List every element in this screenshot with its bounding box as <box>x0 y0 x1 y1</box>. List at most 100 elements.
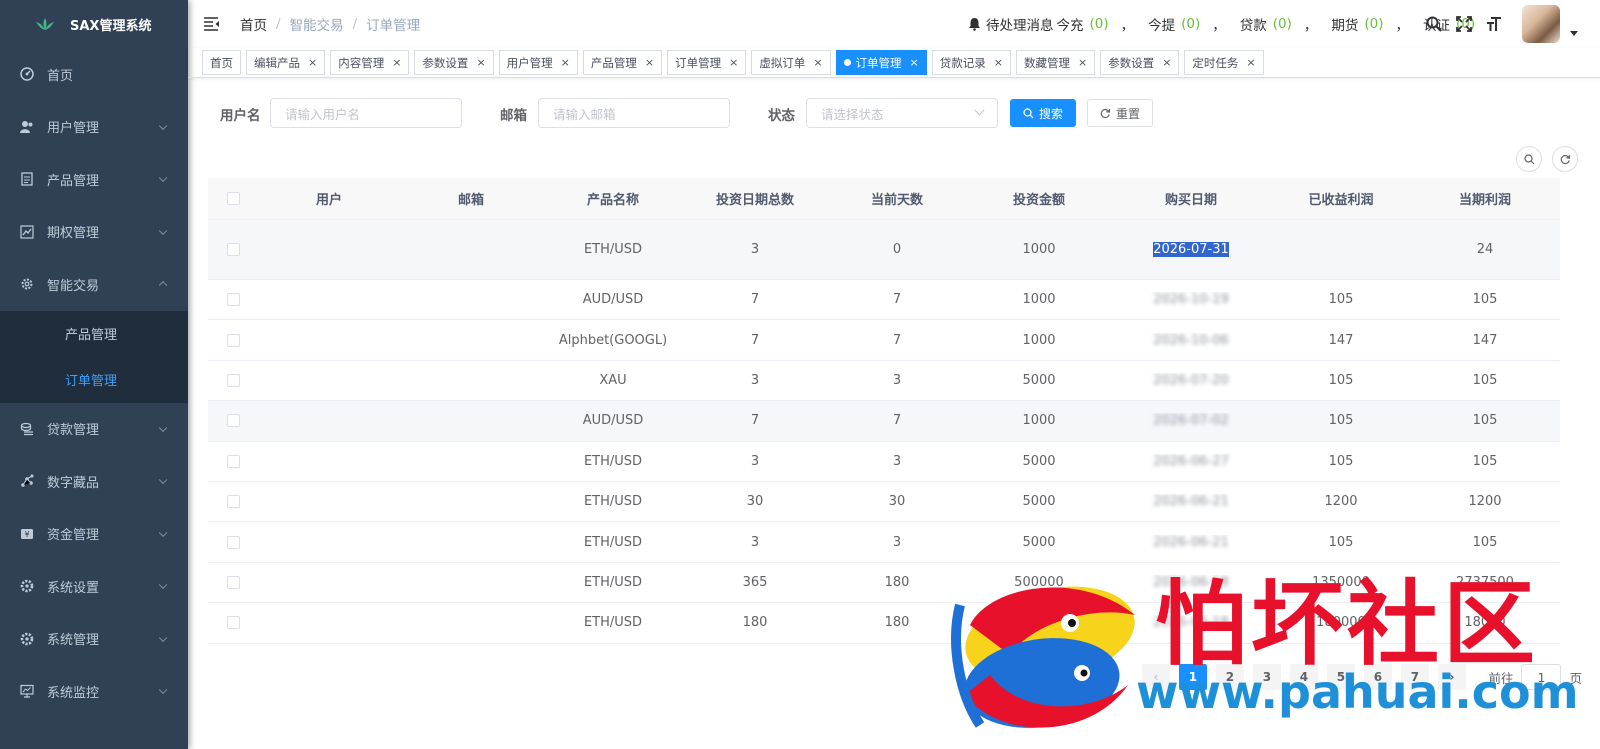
sidebar-item-users[interactable]: 用户管理 <box>0 101 188 154</box>
breadcrumb-home[interactable]: 首页 <box>240 14 267 34</box>
cell-earned-profit: 180000 <box>1272 615 1410 630</box>
chevron-down-icon <box>158 475 168 485</box>
tag-virtual-orders[interactable]: 虚拟订单 × <box>751 50 831 75</box>
close-icon[interactable]: × <box>1246 56 1255 69</box>
chevron-down-icon <box>158 685 168 695</box>
tag-scheduled-tasks[interactable]: 定时任务 × <box>1184 50 1264 75</box>
tag-parameter-settings-2[interactable]: 参数设置 × <box>1100 50 1180 75</box>
table-row[interactable]: ETH/USD 3 3 5000 2026-06-21 105 105 <box>208 522 1560 563</box>
table-row[interactable]: AUD/USD 7 7 1000 2026-07-02 105 105 <box>208 401 1560 442</box>
cell-current-profit-text: 1200 <box>1468 494 1502 510</box>
sidebar-item-options[interactable]: 期权管理 <box>0 206 188 259</box>
table-row[interactable]: XAU 3 3 5000 2026-07-20 105 105 <box>208 361 1560 402</box>
close-icon[interactable]: × <box>910 56 919 69</box>
chevron-up-icon <box>158 281 168 290</box>
tag-home[interactable]: 首页 <box>202 50 241 75</box>
next-page-button[interactable]: › <box>1437 664 1466 690</box>
cell-amount: 1000 <box>968 333 1110 348</box>
cell-purchase-date: 2026-07-31 <box>1110 242 1272 257</box>
sidebar-item-home[interactable]: 首页 <box>0 48 188 101</box>
sidebar-subitem-order-management[interactable]: 订单管理 <box>0 357 188 403</box>
fullscreen-icon[interactable] <box>1456 16 1472 32</box>
caret-down-icon[interactable] <box>1570 30 1578 36</box>
hamburger-icon[interactable] <box>204 17 220 31</box>
app-logo[interactable]: SAX管理系统 <box>0 0 188 48</box>
toggle-search-button[interactable] <box>1516 146 1542 172</box>
close-icon[interactable]: × <box>645 56 654 69</box>
sidebar-item-system-monitor[interactable]: 系统监控 <box>0 665 188 718</box>
row-checkbox[interactable] <box>226 293 240 307</box>
table-row[interactable]: Alphbet(GOOGL) 7 7 1000 2026-10-06 147 147 <box>208 320 1560 361</box>
row-checkbox[interactable] <box>226 535 240 549</box>
close-icon[interactable]: × <box>729 56 738 69</box>
row-checkbox[interactable] <box>226 243 240 256</box>
row-checkbox[interactable] <box>226 454 240 468</box>
sidebar-subitem-product-management[interactable]: 产品管理 <box>0 311 188 357</box>
goto-page-input[interactable]: 1 <box>1521 664 1562 690</box>
username-input[interactable]: 请输入用户名 <box>270 98 462 128</box>
tag-content-management[interactable]: 内容管理 × <box>330 50 410 75</box>
font-size-icon[interactable] <box>1486 16 1502 32</box>
close-icon[interactable]: × <box>561 56 570 69</box>
page-button[interactable]: 7 <box>1400 664 1429 690</box>
email-input[interactable]: 请输入邮箱 <box>538 98 730 128</box>
table-row[interactable]: ETH/USD 3 3 5000 2026-06-27 105 105 <box>208 442 1560 482</box>
close-icon[interactable]: × <box>813 56 822 69</box>
page-button[interactable]: 2 <box>1215 664 1244 690</box>
tag-product-management[interactable]: 产品管理 × <box>582 50 663 75</box>
table-row[interactable]: ETH/USD 180 180 2026-06-18 180000 18000 <box>208 603 1560 644</box>
row-checkbox[interactable] <box>226 333 240 347</box>
avatar[interactable] <box>1522 5 1560 43</box>
tag-order-management-active[interactable]: 订单管理 × <box>835 50 927 75</box>
sidebar-item-system-settings[interactable]: 系统设置 <box>0 560 188 613</box>
page-button[interactable]: 4 <box>1289 664 1318 690</box>
page-button[interactable]: 3 <box>1252 664 1281 690</box>
cell-earned-profit: 105 <box>1272 535 1410 550</box>
table-row[interactable]: ETH/USD 365 180 500000 2026-06-18 1350000 2737… <box>208 563 1560 604</box>
sidebar-item-loans[interactable]: 贷款管理 <box>0 403 188 456</box>
close-icon[interactable]: × <box>392 56 401 69</box>
page-button[interactable]: 1 <box>1178 664 1207 690</box>
close-icon[interactable]: × <box>1162 56 1171 69</box>
chevron-down-icon <box>158 423 168 432</box>
close-icon[interactable]: × <box>308 56 317 69</box>
sidebar-item-system-management[interactable]: 系统管理 <box>0 613 188 666</box>
status-select[interactable]: 请选择状态 <box>806 98 998 128</box>
row-checkbox[interactable] <box>226 495 240 509</box>
cell-select <box>208 535 258 549</box>
header-user: 用户 <box>315 193 342 208</box>
row-checkbox[interactable] <box>226 575 240 589</box>
reset-button[interactable]: 重置 <box>1087 99 1153 127</box>
sidebar-item-digital-collectibles[interactable]: 数字藏品 <box>0 455 188 508</box>
sidebar-item-smart-trading[interactable]: 智能交易 <box>0 258 188 311</box>
row-checkbox[interactable] <box>226 373 240 387</box>
search-icon[interactable] <box>1426 16 1442 32</box>
tag-user-management[interactable]: 用户管理 × <box>498 50 578 75</box>
close-icon[interactable]: × <box>994 56 1003 69</box>
search-button[interactable]: 搜索 <box>1010 99 1076 127</box>
table-row[interactable]: AUD/USD 7 7 1000 2026-10-19 105 105 <box>208 280 1560 321</box>
tag-collectibles-management[interactable]: 数藏管理 × <box>1015 50 1096 75</box>
sidebar-item-products[interactable]: 产品管理 <box>0 153 188 206</box>
sidebar-item-funds[interactable]: ¥ 资金管理 <box>0 508 188 561</box>
table-row[interactable]: ETH/USD 30 30 5000 2026-06-21 1200 1200 <box>208 482 1560 523</box>
table-row[interactable]: ETH/USD 3 0 1000 2026-07-31 24 <box>208 220 1560 280</box>
tag-edit-product[interactable]: 编辑产品 × <box>246 50 326 75</box>
prev-page-button[interactable]: ‹ <box>1141 664 1170 690</box>
refresh-button[interactable] <box>1552 146 1578 172</box>
page-button[interactable]: 5 <box>1326 664 1355 690</box>
page-button[interactable]: 6 <box>1363 664 1392 690</box>
row-checkbox[interactable] <box>226 616 240 630</box>
notice-separator: ， <box>1395 18 1410 34</box>
row-checkbox[interactable] <box>226 414 240 428</box>
cell-amount-text: 500000 <box>1014 574 1064 590</box>
tag-loan-records[interactable]: 贷款记录 × <box>931 50 1011 75</box>
close-icon[interactable]: × <box>476 56 485 69</box>
tag-order-management[interactable]: 订单管理 × <box>667 50 747 75</box>
close-icon[interactable]: × <box>1078 56 1087 69</box>
notice-count: (0) <box>1181 16 1201 32</box>
pending-notice[interactable]: 待处理消息 今充(0) ， 今提(0) ， 贷款(0) ， 期货(0) ， 认证… <box>968 0 1477 48</box>
select-all-checkbox[interactable] <box>226 192 240 205</box>
tag-parameter-settings[interactable]: 参数设置 × <box>414 50 494 75</box>
cell-earned-profit: 105 <box>1272 373 1410 388</box>
